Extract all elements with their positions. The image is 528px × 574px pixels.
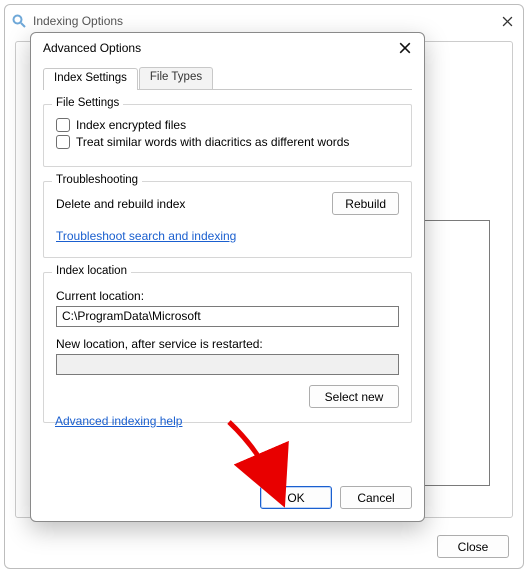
- troubleshoot-link[interactable]: Troubleshoot search and indexing: [56, 229, 236, 243]
- cancel-button[interactable]: Cancel: [340, 486, 412, 509]
- checkbox-index-encrypted[interactable]: [56, 118, 70, 132]
- indexing-icon: [11, 13, 27, 29]
- label-new-location: New location, after service is restarted…: [56, 337, 399, 351]
- checkbox-diacritics[interactable]: [56, 135, 70, 149]
- label-diacritics: Treat similar words with diacritics as d…: [76, 135, 349, 149]
- group-index-location: Index location Current location: C:\Prog…: [43, 272, 412, 423]
- label-index-encrypted: Index encrypted files: [76, 118, 186, 132]
- group-troubleshooting: Troubleshooting Delete and rebuild index…: [43, 181, 412, 258]
- back-list-box: [415, 220, 490, 486]
- advanced-options-dialog: Advanced Options Index Settings File Typ…: [30, 32, 425, 522]
- dialog-close-button[interactable]: [394, 37, 416, 59]
- new-location-field[interactable]: [56, 354, 399, 375]
- current-location-field[interactable]: C:\ProgramData\Microsoft: [56, 306, 399, 327]
- tabstrip: Index Settings File Types: [43, 67, 412, 90]
- tab-file-types[interactable]: File Types: [139, 67, 213, 89]
- back-window-title: Indexing Options: [33, 14, 123, 28]
- legend-index-location: Index location: [52, 265, 131, 277]
- label-delete-rebuild: Delete and rebuild index: [56, 197, 185, 211]
- label-current-location: Current location:: [56, 289, 399, 303]
- select-new-button[interactable]: Select new: [309, 385, 399, 408]
- legend-troubleshooting: Troubleshooting: [52, 174, 142, 186]
- rebuild-button[interactable]: Rebuild: [332, 192, 399, 215]
- group-file-settings: File Settings Index encrypted files Trea…: [43, 104, 412, 167]
- advanced-indexing-help-link[interactable]: Advanced indexing help: [55, 414, 182, 428]
- ok-button[interactable]: OK: [260, 486, 332, 509]
- dialog-title: Advanced Options: [43, 41, 141, 55]
- tab-index-settings[interactable]: Index Settings: [43, 68, 138, 90]
- dialog-titlebar: Advanced Options: [31, 33, 424, 63]
- back-close-footer-button[interactable]: Close: [437, 535, 509, 558]
- back-close-button[interactable]: [497, 11, 517, 31]
- legend-file-settings: File Settings: [52, 97, 123, 109]
